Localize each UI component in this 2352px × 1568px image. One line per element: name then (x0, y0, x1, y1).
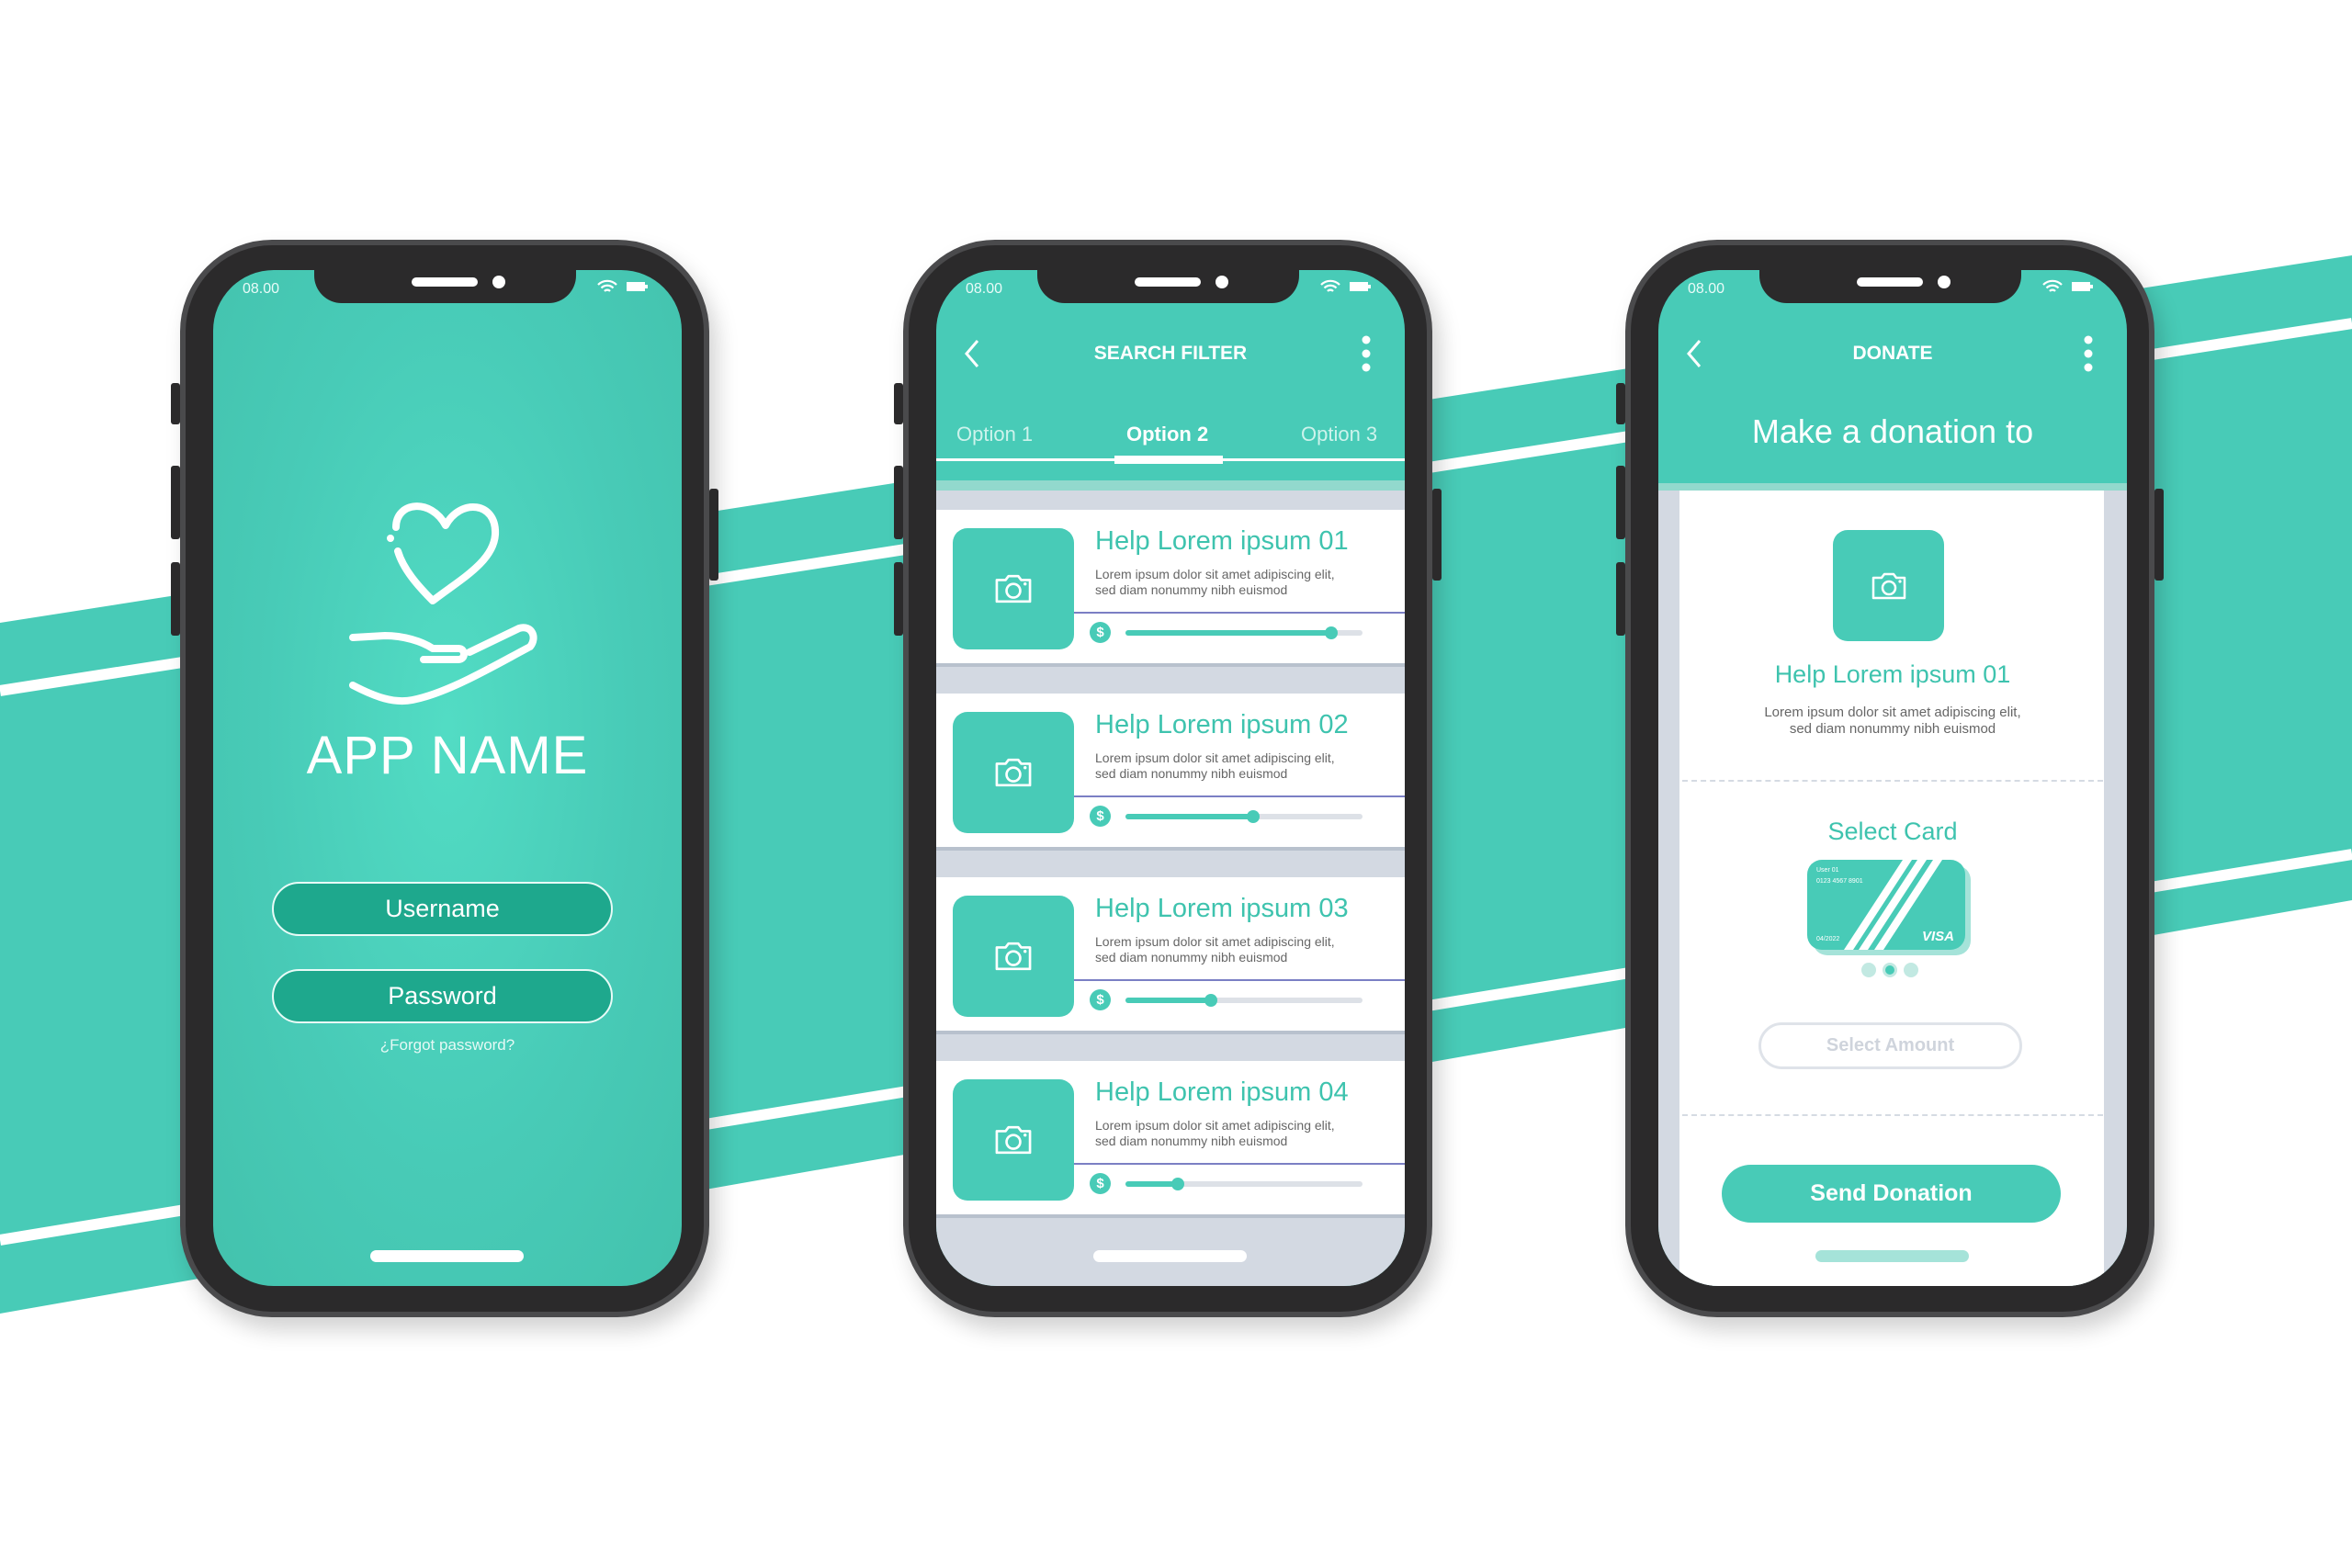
notch (1037, 270, 1299, 303)
image-placeholder (953, 528, 1074, 649)
dollar-icon: $ (1090, 1173, 1111, 1194)
progress-knob (1170, 1178, 1184, 1190)
tab-option-2[interactable]: Option 2 (1126, 423, 1208, 446)
battery-icon (627, 282, 648, 291)
donation-heading: Make a donation to (1751, 412, 2034, 450)
card-page-dot[interactable] (1861, 963, 1876, 977)
image-placeholder (953, 1079, 1074, 1201)
card-description-line-2: sed diam nonummy nibh euismod (1095, 582, 1288, 597)
card-description-line-1: Lorem ipsum dolor sit amet adipiscing el… (1095, 567, 1335, 581)
forgot-password-link[interactable]: ¿Forgot password? (213, 1036, 682, 1055)
search-screen: 08.00 SEARCH FILTER Option 1 Option 2 Op… (936, 270, 1405, 1286)
image-placeholder (953, 896, 1074, 1017)
result-card[interactable]: Help Lorem ipsum 01 Lorem ipsum dolor si… (936, 510, 1405, 667)
app-name: APP NAME (306, 726, 589, 785)
card-page-dot[interactable] (1904, 963, 1918, 977)
camera-icon (995, 758, 1032, 787)
header-title: DONATE (1852, 343, 1933, 364)
status-time: 08.00 (1688, 281, 1725, 297)
camera-icon (1871, 572, 1905, 599)
credit-card[interactable]: User 01 0123 4567 8901 04/2022 VISA (1807, 860, 1971, 955)
funding-progress-bar (1125, 626, 1363, 639)
dollar-icon: $ (1090, 989, 1111, 1010)
wifi-icon (1320, 279, 1340, 292)
phone-login: 08.00 APP NAME Username Password ¿Forgot… (171, 240, 718, 1317)
image-placeholder (953, 712, 1074, 833)
card-page-dot-active[interactable] (1883, 963, 1897, 977)
progress-knob (1325, 626, 1339, 639)
divider (1682, 1114, 2103, 1116)
campaign-description-line-1: Lorem ipsum dolor sit amet adipiscing el… (1764, 705, 2021, 720)
phone-donate: 08.00 DONATE Make a donation to Help Lor… (1616, 240, 2164, 1317)
funding-progress-bar (1125, 810, 1363, 823)
dollar-icon: $ (1090, 622, 1111, 643)
status-time: 08.00 (966, 281, 1003, 297)
card-title: Help Lorem ipsum 03 (1095, 894, 1349, 923)
tab-option-1[interactable]: Option 1 (956, 423, 1033, 446)
dollar-icon: $ (1090, 806, 1111, 827)
card-title: Help Lorem ipsum 04 (1095, 1077, 1349, 1107)
home-indicator[interactable] (1815, 1250, 1969, 1262)
notch (314, 270, 576, 303)
card-expiry: 04/2022 (1816, 936, 1840, 942)
select-card-label: Select Card (1827, 818, 1958, 845)
notch (1759, 270, 2021, 303)
tab-option-3[interactable]: Option 3 (1301, 423, 1377, 446)
heart-hand-icon (349, 502, 537, 705)
camera-icon (995, 942, 1032, 971)
battery-icon (2072, 282, 2093, 291)
card-description-line-2: sed diam nonummy nibh euismod (1095, 1134, 1288, 1148)
wifi-icon (2042, 279, 2063, 292)
card-description-line-1: Lorem ipsum dolor sit amet adipiscing el… (1095, 750, 1335, 765)
progress-knob (1247, 810, 1261, 823)
result-card[interactable]: Help Lorem ipsum 02 Lorem ipsum dolor si… (936, 694, 1405, 851)
card-user: User 01 (1816, 867, 1839, 874)
camera-icon (995, 574, 1032, 604)
campaign-title: Help Lorem ipsum 01 (1774, 660, 2011, 688)
divider (1682, 780, 2103, 782)
card-number: 0123 4567 8901 (1816, 878, 1863, 885)
camera-icon (995, 1125, 1032, 1155)
card-description-line-2: sed diam nonummy nibh euismod (1095, 950, 1288, 964)
active-tab-indicator (1114, 456, 1223, 464)
card-description-line-1: Lorem ipsum dolor sit amet adipiscing el… (1095, 1118, 1335, 1133)
status-time: 08.00 (243, 281, 280, 297)
wifi-icon (597, 279, 617, 292)
card-title: Help Lorem ipsum 01 (1095, 526, 1349, 556)
header-title: SEARCH FILTER (1093, 343, 1248, 364)
card-description-line-1: Lorem ipsum dolor sit amet adipiscing el… (1095, 934, 1335, 949)
more-options-icon[interactable] (1361, 334, 1372, 375)
card-description-line-2: sed diam nonummy nibh euismod (1095, 766, 1288, 781)
result-card[interactable]: Help Lorem ipsum 04 Lorem ipsum dolor si… (936, 1061, 1405, 1218)
donate-screen: 08.00 DONATE Make a donation to Help Lor… (1658, 270, 2127, 1286)
username-field[interactable]: Username (272, 882, 613, 936)
funding-progress-bar (1125, 1178, 1363, 1190)
battery-icon (1350, 282, 1371, 291)
visa-logo: VISA (1921, 929, 1954, 944)
login-screen: 08.00 APP NAME Username Password ¿Forgot… (213, 270, 682, 1286)
card-title: Help Lorem ipsum 02 (1095, 710, 1349, 739)
home-indicator[interactable] (1093, 1250, 1247, 1262)
select-amount-field[interactable]: Select Amount (1758, 1022, 2022, 1069)
campaign-description-line-2: sed diam nonummy nibh euismod (1789, 721, 1996, 737)
progress-knob (1204, 994, 1217, 1007)
send-donation-button[interactable]: Send Donation (1722, 1165, 2061, 1223)
funding-progress-bar (1125, 994, 1363, 1007)
more-options-icon[interactable] (2083, 334, 2094, 375)
result-card[interactable]: Help Lorem ipsum 03 Lorem ipsum dolor si… (936, 877, 1405, 1034)
image-placeholder (1833, 530, 1944, 641)
password-field[interactable]: Password (272, 969, 613, 1023)
home-indicator[interactable] (370, 1250, 524, 1262)
phone-search-filter: 08.00 SEARCH FILTER Option 1 Option 2 Op… (894, 240, 1442, 1317)
